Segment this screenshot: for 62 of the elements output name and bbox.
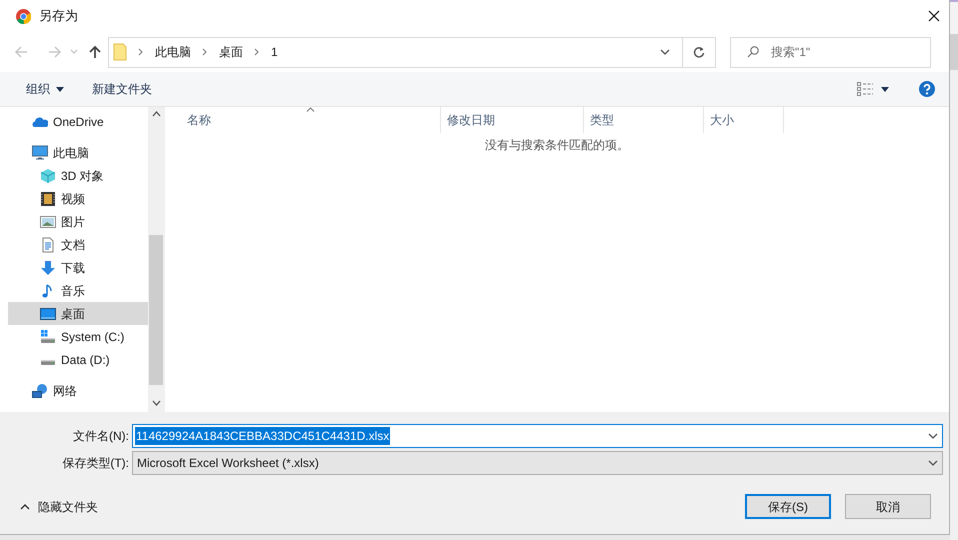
window-title: 另存为	[39, 7, 78, 26]
column-header[interactable]: 名称	[165, 107, 441, 133]
scrollbar[interactable]	[148, 107, 164, 412]
document-icon	[40, 236, 56, 252]
empty-message: 没有与搜索条件匹配的项。	[485, 137, 629, 154]
sidebar-item[interactable]: 下载	[8, 256, 148, 279]
column-header[interactable]: 大小	[704, 107, 784, 133]
column-header[interactable]: 类型	[584, 107, 704, 133]
sidebar-item[interactable]: 音乐	[8, 279, 148, 302]
help-icon[interactable]	[919, 81, 935, 97]
sidebar-item[interactable]: 此电脑	[8, 141, 148, 164]
scroll-up-icon	[152, 111, 160, 117]
chevron-icon	[202, 48, 208, 56]
close-icon[interactable]	[928, 10, 940, 22]
image-icon	[40, 214, 56, 230]
network-icon	[32, 382, 48, 398]
chevron-up-icon	[20, 504, 30, 510]
save-button[interactable]: 保存(S)	[745, 494, 831, 519]
desktop-icon	[40, 306, 56, 322]
field-label: 文件名(N):	[72, 428, 130, 445]
sidebar-item[interactable]: 视频	[8, 187, 148, 210]
sidebar-item[interactable]: System (C:)	[8, 325, 148, 348]
sidebar-item[interactable]: Data (D:)	[8, 348, 148, 371]
hide-folders-toggle[interactable]: 隐藏文件夹	[20, 498, 98, 516]
chevron-icon	[138, 48, 144, 56]
caret-icon	[56, 86, 64, 92]
column-header[interactable]: 修改日期	[441, 107, 584, 133]
address-bar[interactable]: 此电脑 桌面 1	[108, 36, 716, 68]
caret-icon[interactable]	[881, 86, 889, 92]
dropdown-caret-icon[interactable]	[660, 49, 670, 55]
sidebar-item[interactable]: 网络	[8, 379, 148, 402]
dropdown-caret-icon	[928, 460, 938, 466]
sidebar-item[interactable]: 桌面	[8, 302, 148, 325]
drive-icon	[40, 360, 56, 364]
field-label: 保存类型(T):	[61, 455, 130, 472]
organize-menu[interactable]: 组织	[26, 80, 64, 98]
search-field[interactable]: 搜索"1"	[730, 36, 931, 68]
app-icon	[16, 8, 31, 24]
file-name-field[interactable]: 114629924A1843CEBBA33DC451C4431D.xlsx	[132, 424, 943, 448]
scroll-down-icon	[152, 400, 160, 406]
download-arrow-icon	[40, 260, 56, 276]
breadcrumb-item[interactable]: 桌面	[219, 43, 243, 61]
drive-icon	[40, 328, 56, 344]
dropdown-caret-icon	[928, 433, 938, 439]
search-icon	[747, 46, 759, 58]
sidebar-item[interactable]: OneDrive	[8, 110, 148, 133]
cancel-button[interactable]: 取消	[845, 494, 931, 519]
chevron-icon	[254, 48, 260, 56]
sidebar-item[interactable]: 文档	[8, 233, 148, 256]
refresh-icon[interactable]	[693, 46, 705, 58]
film-icon	[40, 190, 56, 206]
up-arrow-icon[interactable]	[88, 45, 102, 59]
new-folder-button[interactable]: 新建文件夹	[92, 80, 152, 98]
save-type-dropdown[interactable]: Microsoft Excel Worksheet (*.xlsx)	[132, 451, 943, 475]
view-options-icon[interactable]	[857, 82, 873, 96]
monitor-icon	[32, 144, 48, 160]
sidebar-item[interactable]: 图片	[8, 210, 148, 233]
breadcrumb-item[interactable]: 1	[271, 43, 278, 61]
cube-icon	[40, 168, 56, 184]
sidebar-item[interactable]: 3D 对象	[8, 164, 148, 187]
breadcrumb-item[interactable]: 此电脑	[155, 43, 191, 61]
folder-icon	[113, 43, 127, 61]
